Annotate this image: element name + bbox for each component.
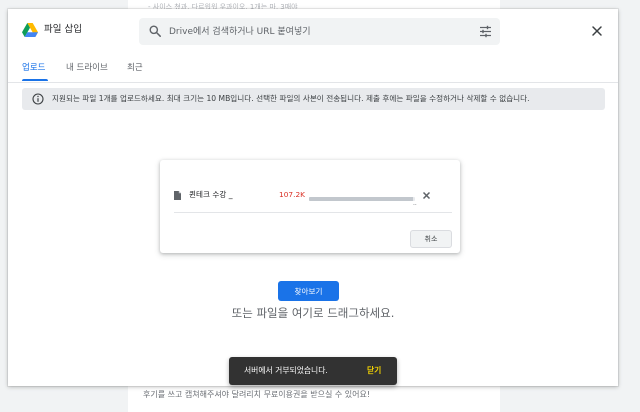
close-icon[interactable]: [590, 24, 604, 38]
upload-file-name: 퀸테크 수강 _: [189, 190, 233, 199]
insert-file-dialog: 파일 삽입 업로드 내 드라이브 최근: [8, 9, 618, 386]
snackbar-close-button[interactable]: 닫기: [367, 357, 381, 385]
tab-bar: 업로드 내 드라이브 최근: [8, 54, 618, 82]
active-tab-indicator: [22, 79, 48, 81]
upload-progress-bar: [309, 197, 415, 201]
info-icon: [32, 93, 44, 105]
google-drive-icon: [22, 23, 38, 37]
tabs-divider: [8, 82, 618, 83]
remove-file-icon[interactable]: [422, 191, 431, 200]
upload-file-size: 107.2K: [279, 190, 306, 199]
background-text-bottom: 후기를 쓰고 캡쳐해주셔야 달려리치 무료이용권을 받으실 수 있어요!: [143, 390, 371, 399]
tab-my-drive[interactable]: 내 드라이브: [66, 62, 108, 74]
info-banner: 지원되는 파일 1개를 업로드하세요. 최대 크기는 10 MB입니다. 선택한…: [22, 88, 605, 110]
dialog-header: 파일 삽입: [8, 9, 618, 54]
tab-upload[interactable]: 업로드: [22, 62, 45, 74]
tune-icon[interactable]: [479, 25, 492, 38]
tab-recent[interactable]: 최근: [127, 62, 143, 74]
document-icon: [174, 191, 181, 200]
progress-end-mark: ..: [413, 200, 417, 207]
cancel-upload-button[interactable]: 취소: [410, 230, 452, 248]
card-divider: [174, 212, 452, 213]
search-icon: [149, 25, 161, 37]
info-banner-text: 지원되는 파일 1개를 업로드하세요. 최대 크기는 10 MB입니다. 선택한…: [52, 94, 530, 103]
upload-progress-fill: [309, 197, 413, 201]
snackbar-message: 서버에서 거부되었습니다.: [244, 366, 328, 375]
dialog-title: 파일 삽입: [44, 24, 82, 35]
browse-button[interactable]: 찾아보기: [278, 281, 339, 301]
upload-progress-card: 퀸테크 수강 _ 107.2K .. 취소: [160, 160, 460, 253]
drag-drop-hint: 또는 파일을 여기로 드래그하세요.: [231, 306, 395, 320]
search-input[interactable]: [169, 18, 459, 45]
search-box[interactable]: [139, 18, 500, 45]
snackbar: 서버에서 거부되었습니다. 닫기: [229, 357, 397, 385]
